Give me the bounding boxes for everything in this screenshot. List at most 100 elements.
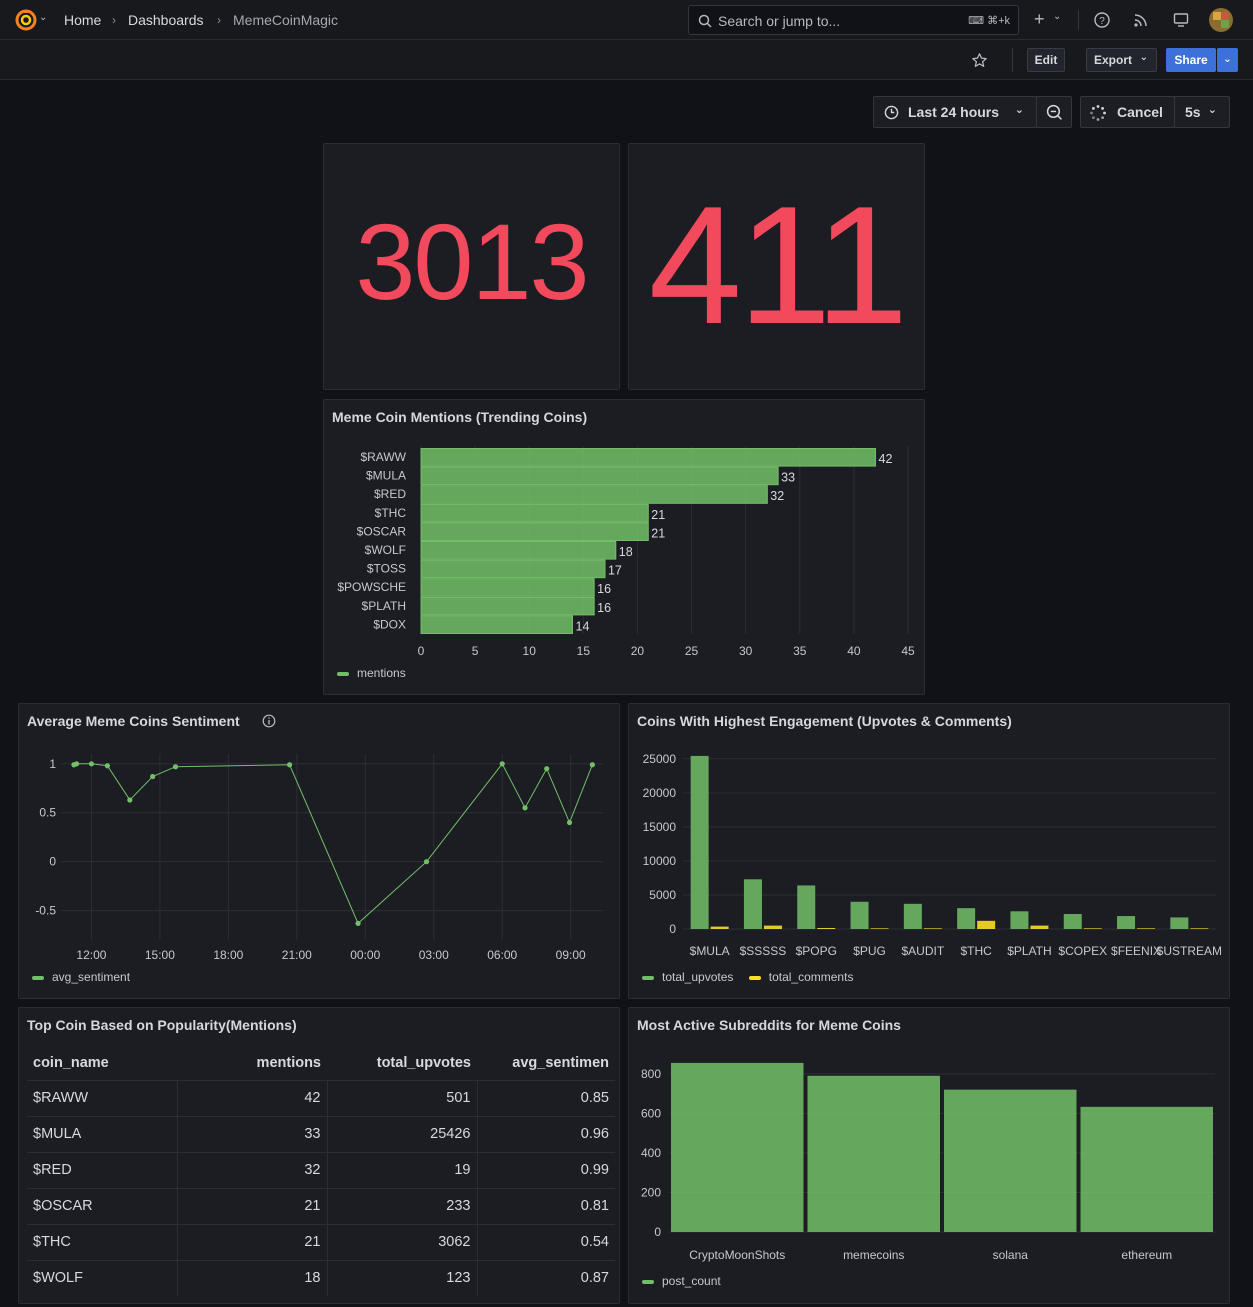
- y-tick-label: 0: [654, 1225, 661, 1239]
- bar-value-label: 14: [576, 619, 590, 633]
- edit-button[interactable]: Edit: [1027, 48, 1065, 72]
- chevron-down-icon[interactable]: ⌄: [39, 12, 47, 23]
- mentions-panel[interactable]: Meme Coin Mentions (Trending Coins) 0 5 10…: [323, 399, 925, 695]
- table-cell: 3062: [326, 1223, 477, 1260]
- grafana-logo-icon[interactable]: [14, 8, 38, 32]
- search-icon: [698, 14, 712, 28]
- table-cell: 25426: [326, 1115, 477, 1152]
- subreddit-chart: 800 600 400 200 0 CryptoMoonShots memecoins sol…: [641, 1062, 1215, 1262]
- share-dropdown-button[interactable]: ⌄: [1217, 48, 1238, 72]
- table-cell: $RAWW: [27, 1079, 177, 1116]
- bar-value-label: 16: [597, 601, 611, 615]
- bar-comments: [977, 920, 996, 929]
- share-button[interactable]: Share: [1166, 48, 1216, 72]
- export-button[interactable]: Export ⌄: [1086, 48, 1157, 72]
- bar: [671, 1062, 804, 1232]
- legend-item-comments[interactable]: total_comments: [748, 970, 853, 984]
- export-label: Export: [1094, 53, 1133, 67]
- bar-comments: [923, 928, 942, 929]
- bar: [420, 559, 606, 579]
- legend-item[interactable]: mentions: [337, 666, 406, 680]
- zoom-out-button[interactable]: [1036, 96, 1072, 128]
- column-header[interactable]: coin_name: [27, 1046, 177, 1080]
- y-tick-label: 1: [49, 757, 56, 771]
- table-cell: 123: [326, 1259, 477, 1296]
- column-header[interactable]: avg_sentimen: [477, 1046, 615, 1080]
- bar-value-label: 32: [770, 489, 784, 503]
- panel-title: Top Coin Based on Popularity(Mentions): [27, 1017, 297, 1033]
- legend-swatch: [32, 975, 44, 980]
- bar-upvotes: [1063, 914, 1082, 929]
- y-category-label: $RED: [374, 487, 406, 501]
- sentiment-panel[interactable]: Average Meme Coins Sentiment 1 0.5 0 -0.5 12…: [18, 703, 620, 999]
- x-tick-label: 00:00: [350, 948, 380, 962]
- x-category-label: memecoins: [843, 1248, 904, 1262]
- shortcut-text: ⌘+k: [987, 15, 1010, 27]
- table-row: $MULA 33 25426 0.96: [27, 1115, 615, 1152]
- time-range-picker[interactable]: Last 24 hours ⌄: [873, 96, 1037, 128]
- breadcrumb-separator-icon: ›: [112, 13, 116, 27]
- bar-upvotes: [1117, 916, 1136, 929]
- table-cell: 0.54: [476, 1223, 615, 1260]
- news-feed-icon[interactable]: [1133, 12, 1149, 28]
- stat-value: 411: [648, 171, 909, 359]
- column-header[interactable]: total_upvotes: [327, 1046, 477, 1080]
- table-cell: 18: [176, 1259, 327, 1296]
- data-point: [127, 797, 133, 803]
- table-cell: 0.96: [476, 1115, 615, 1152]
- data-point: [286, 762, 293, 768]
- bar-value-label: 33: [781, 471, 795, 485]
- table-cell: 0.85: [476, 1079, 615, 1116]
- star-icon[interactable]: [971, 52, 988, 69]
- top-bar: ⌄ Home › Dashboards › MemeCoinMagic Sear…: [0, 0, 1253, 40]
- x-category-label: $FEENIX: [1111, 944, 1161, 958]
- legend-label: post_count: [662, 1274, 721, 1288]
- bar-value-label: 42: [879, 452, 893, 466]
- y-category-label: $PLATH: [362, 599, 406, 613]
- chevron-down-icon[interactable]: ⌄: [1053, 11, 1061, 22]
- engagement-panel[interactable]: Coins With Highest Engagement (Upvotes &…: [628, 703, 1230, 999]
- data-point: [88, 761, 95, 767]
- kiosk-monitor-icon[interactable]: [1173, 12, 1189, 28]
- stat-panel-2[interactable]: 411: [628, 143, 925, 390]
- stat-panel-1[interactable]: 3013: [323, 143, 620, 390]
- table-cell: 32: [176, 1151, 327, 1188]
- table-cell: $THC: [27, 1223, 177, 1260]
- chevron-down-icon: ⌄: [1207, 104, 1217, 116]
- y-tick-label: 0.5: [39, 806, 56, 820]
- bar-comments: [763, 925, 782, 929]
- data-point: [172, 764, 179, 770]
- help-icon[interactable]: ?: [1094, 12, 1110, 28]
- legend-item[interactable]: avg_sentiment: [32, 970, 130, 984]
- legend-item-upvotes[interactable]: total_upvotes: [642, 970, 733, 984]
- bar-comments: [1083, 928, 1102, 929]
- bar: [420, 485, 768, 504]
- add-icon[interactable]: +: [1034, 9, 1045, 30]
- legend-item[interactable]: post_count: [642, 1274, 721, 1288]
- y-tick-label: 5000: [649, 888, 676, 902]
- table-cell: 33: [176, 1115, 327, 1152]
- top-coins-table-panel[interactable]: Top Coin Based on Popularity(Mentions) c…: [18, 1007, 620, 1304]
- data-point: [566, 819, 573, 826]
- table-cell: 0.81: [476, 1187, 615, 1224]
- column-header[interactable]: mentions: [177, 1046, 327, 1080]
- bar: [420, 541, 617, 560]
- y-tick-label: 400: [641, 1146, 661, 1160]
- data-point: [522, 805, 528, 811]
- subreddit-panel[interactable]: Most Active Subreddits for Meme Coins 80…: [628, 1007, 1230, 1304]
- refresh-interval-picker[interactable]: 5s ⌄: [1174, 96, 1230, 128]
- keyboard-icon: ⌨: [968, 15, 988, 27]
- avatar[interactable]: [1209, 8, 1233, 32]
- data-point: [423, 859, 430, 865]
- bar: [944, 1089, 1077, 1232]
- cancel-refresh-button[interactable]: Cancel: [1080, 96, 1175, 128]
- table-cell: $OSCAR: [27, 1187, 177, 1224]
- x-category-label: CryptoMoonShots: [689, 1248, 785, 1262]
- bar-value-label: 18: [619, 545, 633, 559]
- table-cell: $WOLF: [27, 1259, 177, 1296]
- y-category-label: $OSCAR: [357, 524, 407, 538]
- breadcrumb-dashboards[interactable]: Dashboards: [128, 12, 204, 28]
- search-input[interactable]: Search or jump to... ⌨ ⌘+k: [688, 5, 1019, 35]
- x-tick-label: 06:00: [487, 948, 517, 962]
- breadcrumb-home[interactable]: Home: [64, 12, 101, 28]
